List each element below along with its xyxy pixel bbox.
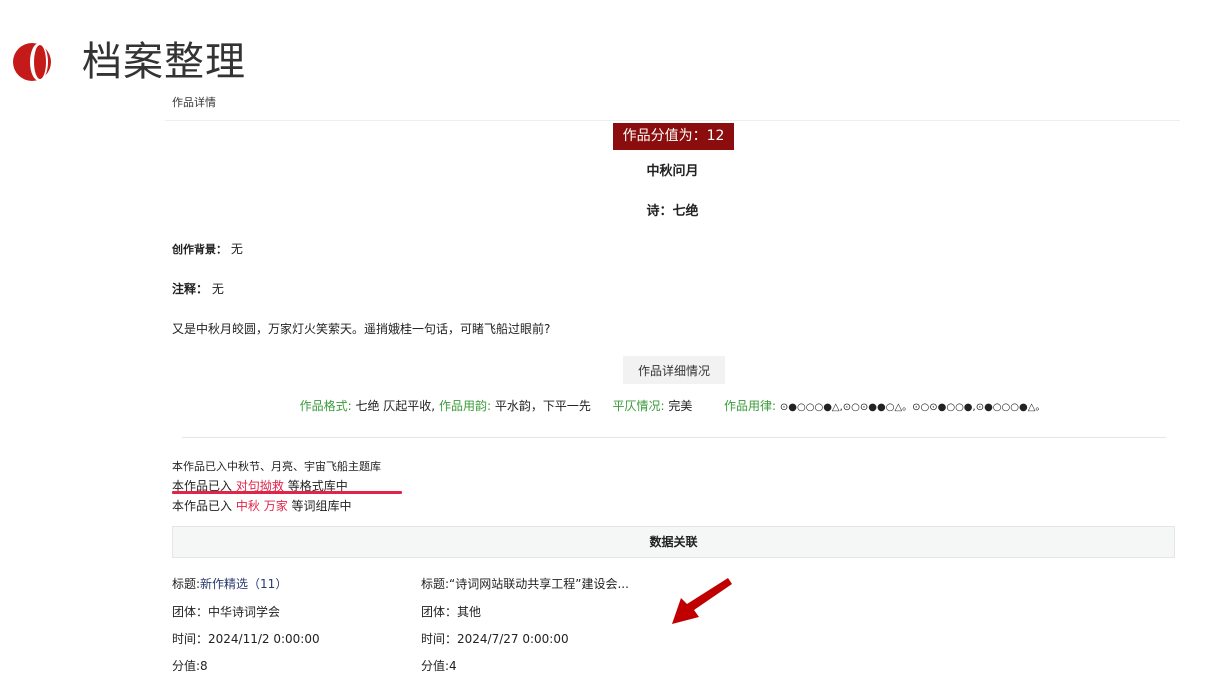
relation-title-2[interactable]: 标题:“诗词网站联动共享工程”建设会...	[421, 575, 629, 592]
library-phrase-link-1[interactable]: 中秋	[236, 499, 260, 513]
breadcrumb[interactable]: 作品详情	[172, 94, 216, 110]
format-label: 作品格式:	[299, 399, 352, 413]
relation-time-1: 时间：2024/11/2 0:00:00	[172, 632, 320, 646]
page-title: 档案整理	[82, 39, 246, 85]
work-info-line: 作品格式: 七绝 仄起平收, 作品用韵: 平水韵，下平一先 平仄情况: 完美 作…	[165, 397, 1180, 414]
relation-title-link[interactable]: “诗词网站联动共享工程”建设会...	[449, 577, 629, 591]
highlight-underline	[172, 491, 402, 494]
pointer-arrow-icon	[672, 578, 732, 624]
work-type: 诗：七绝	[646, 204, 699, 219]
relation-group-2: 团体：其他	[421, 605, 482, 619]
background-row: 创作背景： 无	[172, 240, 243, 257]
poem-text: 又是中秋月皎圆，万家灯火笑萦天。遥捎娥桂一句话，可睹飞船过眼前?	[172, 322, 551, 336]
library-phrase-line: 本作品已入 中秋 万家 等词组库中	[172, 497, 352, 514]
rhyme-label: 作品用韵:	[438, 399, 491, 413]
relation-title-prefix: 标题:	[172, 577, 201, 591]
tone-label: 平仄情况:	[612, 399, 665, 413]
meter-label: 作品用律:	[724, 399, 777, 413]
library-theme-line: 本作品已入中秋节、月亮、宇宙飞船主题库	[172, 460, 381, 473]
work-title: 中秋问月	[646, 164, 699, 179]
score-badge: 作品分值为：12	[613, 123, 734, 150]
format-value: 七绝 仄起平收,	[355, 399, 436, 413]
divider	[165, 120, 1180, 121]
divider	[182, 437, 1166, 438]
relation-title-link[interactable]: 新作精选（11）	[200, 577, 287, 591]
background-label: 创作背景：	[172, 243, 227, 256]
background-value: 无	[230, 242, 243, 256]
relation-score-2: 分值:4	[421, 659, 457, 673]
meter-value: ⊙●○○○●△,⊙○⊙●●○△。⊙○⊙●○○●,⊙●○○○●△。	[779, 402, 1046, 413]
rhyme-value: 平水韵，下平一先	[494, 399, 591, 413]
library-phrase-suffix: 等词组库中	[291, 499, 352, 513]
work-detail-button[interactable]: 作品详细情况	[623, 356, 725, 384]
relation-title-prefix: 标题:	[421, 577, 450, 591]
notes-value: 无	[211, 282, 224, 296]
notes-label: 注释：	[172, 282, 209, 296]
notes-row: 注释： 无	[172, 280, 224, 297]
data-relation-heading: 数据关联	[172, 526, 1175, 558]
library-phrase-prefix: 本作品已入	[172, 499, 233, 513]
relation-group-1: 团体：中华诗词学会	[172, 605, 281, 619]
relation-score-1: 分值:8	[172, 659, 208, 673]
relation-time-2: 时间：2024/7/27 0:00:00	[421, 632, 569, 646]
library-phrase-link-2[interactable]: 万家	[264, 499, 288, 513]
tone-value: 完美	[668, 399, 693, 413]
logo-icon	[13, 43, 51, 81]
relation-title-1[interactable]: 标题:新作精选（11）	[172, 575, 287, 592]
